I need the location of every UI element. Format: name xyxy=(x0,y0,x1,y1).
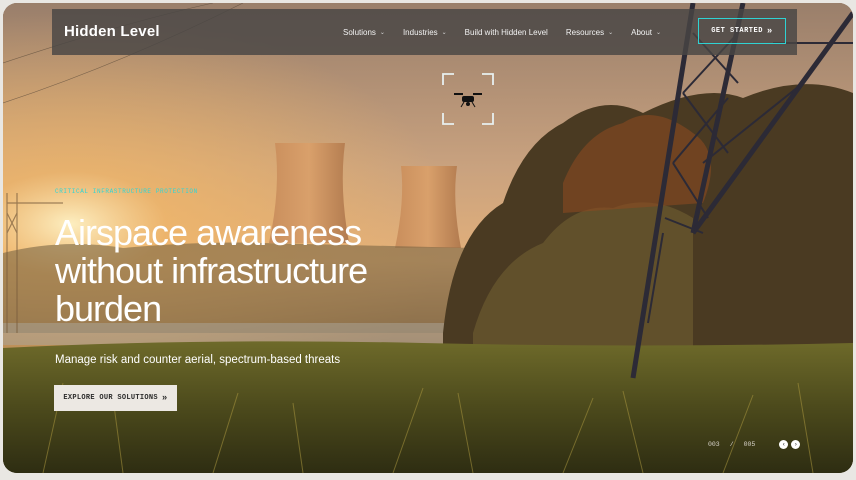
nav-item-label: Industries xyxy=(402,27,438,37)
nav-item-label: About xyxy=(631,27,653,37)
chevron-down-icon: ⌄ xyxy=(656,29,662,36)
headline-line: burden xyxy=(55,288,162,329)
nav-item-solutions[interactable]: Solutions ⌄ xyxy=(343,28,385,37)
hero-eyebrow: CRITICAL INFRASTRUCTURE PROTECTION xyxy=(55,188,198,195)
drone-target-icon xyxy=(442,73,494,125)
double-chevron-right-icon: » xyxy=(161,393,168,403)
double-chevron-right-icon: » xyxy=(766,26,773,36)
nav-item-label: Build with Hidden Level xyxy=(464,27,548,37)
nav-item-build-with-hidden-level[interactable]: Build with Hidden Level xyxy=(465,28,548,37)
slide-total: 005 xyxy=(743,441,756,448)
get-started-label: GET STARTED xyxy=(711,27,763,35)
nav-item-label: Solutions xyxy=(343,27,376,37)
explore-solutions-button[interactable]: EXPLORE OUR SOLUTIONS » xyxy=(54,385,177,411)
top-navigation-bar: Hidden Level Solutions ⌄ Industries ⌄ Bu… xyxy=(52,9,797,55)
slide-separator: / xyxy=(729,441,734,448)
hero-headline: Airspace awareness without infrastructur… xyxy=(55,214,475,328)
chevron-down-icon: ⌄ xyxy=(441,29,447,36)
brand-logo[interactable]: Hidden Level xyxy=(64,23,160,40)
explore-solutions-label: EXPLORE OUR SOLUTIONS xyxy=(63,394,158,402)
headline-line: without infrastructure xyxy=(55,250,368,291)
next-slide-button[interactable]: › xyxy=(791,440,801,449)
hero-subheadline: Manage risk and counter aerial, spectrum… xyxy=(55,354,341,366)
nav-item-resources[interactable]: Resources ⌄ xyxy=(566,28,613,37)
slide-current: 003 xyxy=(708,441,720,448)
chevron-down-icon: ⌄ xyxy=(379,29,385,36)
nav-item-label: Resources xyxy=(565,27,605,37)
get-started-button[interactable]: GET STARTED » xyxy=(698,18,786,44)
browser-frame: Hidden Level Solutions ⌄ Industries ⌄ Bu… xyxy=(3,3,853,473)
headline-line: Airspace awareness xyxy=(55,212,362,253)
nav-item-about[interactable]: About ⌄ xyxy=(631,28,661,37)
chevron-down-icon: ⌄ xyxy=(608,29,614,36)
slide-pager: 003 / 005 ‹ › xyxy=(708,440,801,449)
main-menu: Solutions ⌄ Industries ⌄ Build with Hidd… xyxy=(343,9,679,55)
nav-item-industries[interactable]: Industries ⌄ xyxy=(403,28,447,37)
previous-slide-button[interactable]: ‹ xyxy=(779,440,789,449)
